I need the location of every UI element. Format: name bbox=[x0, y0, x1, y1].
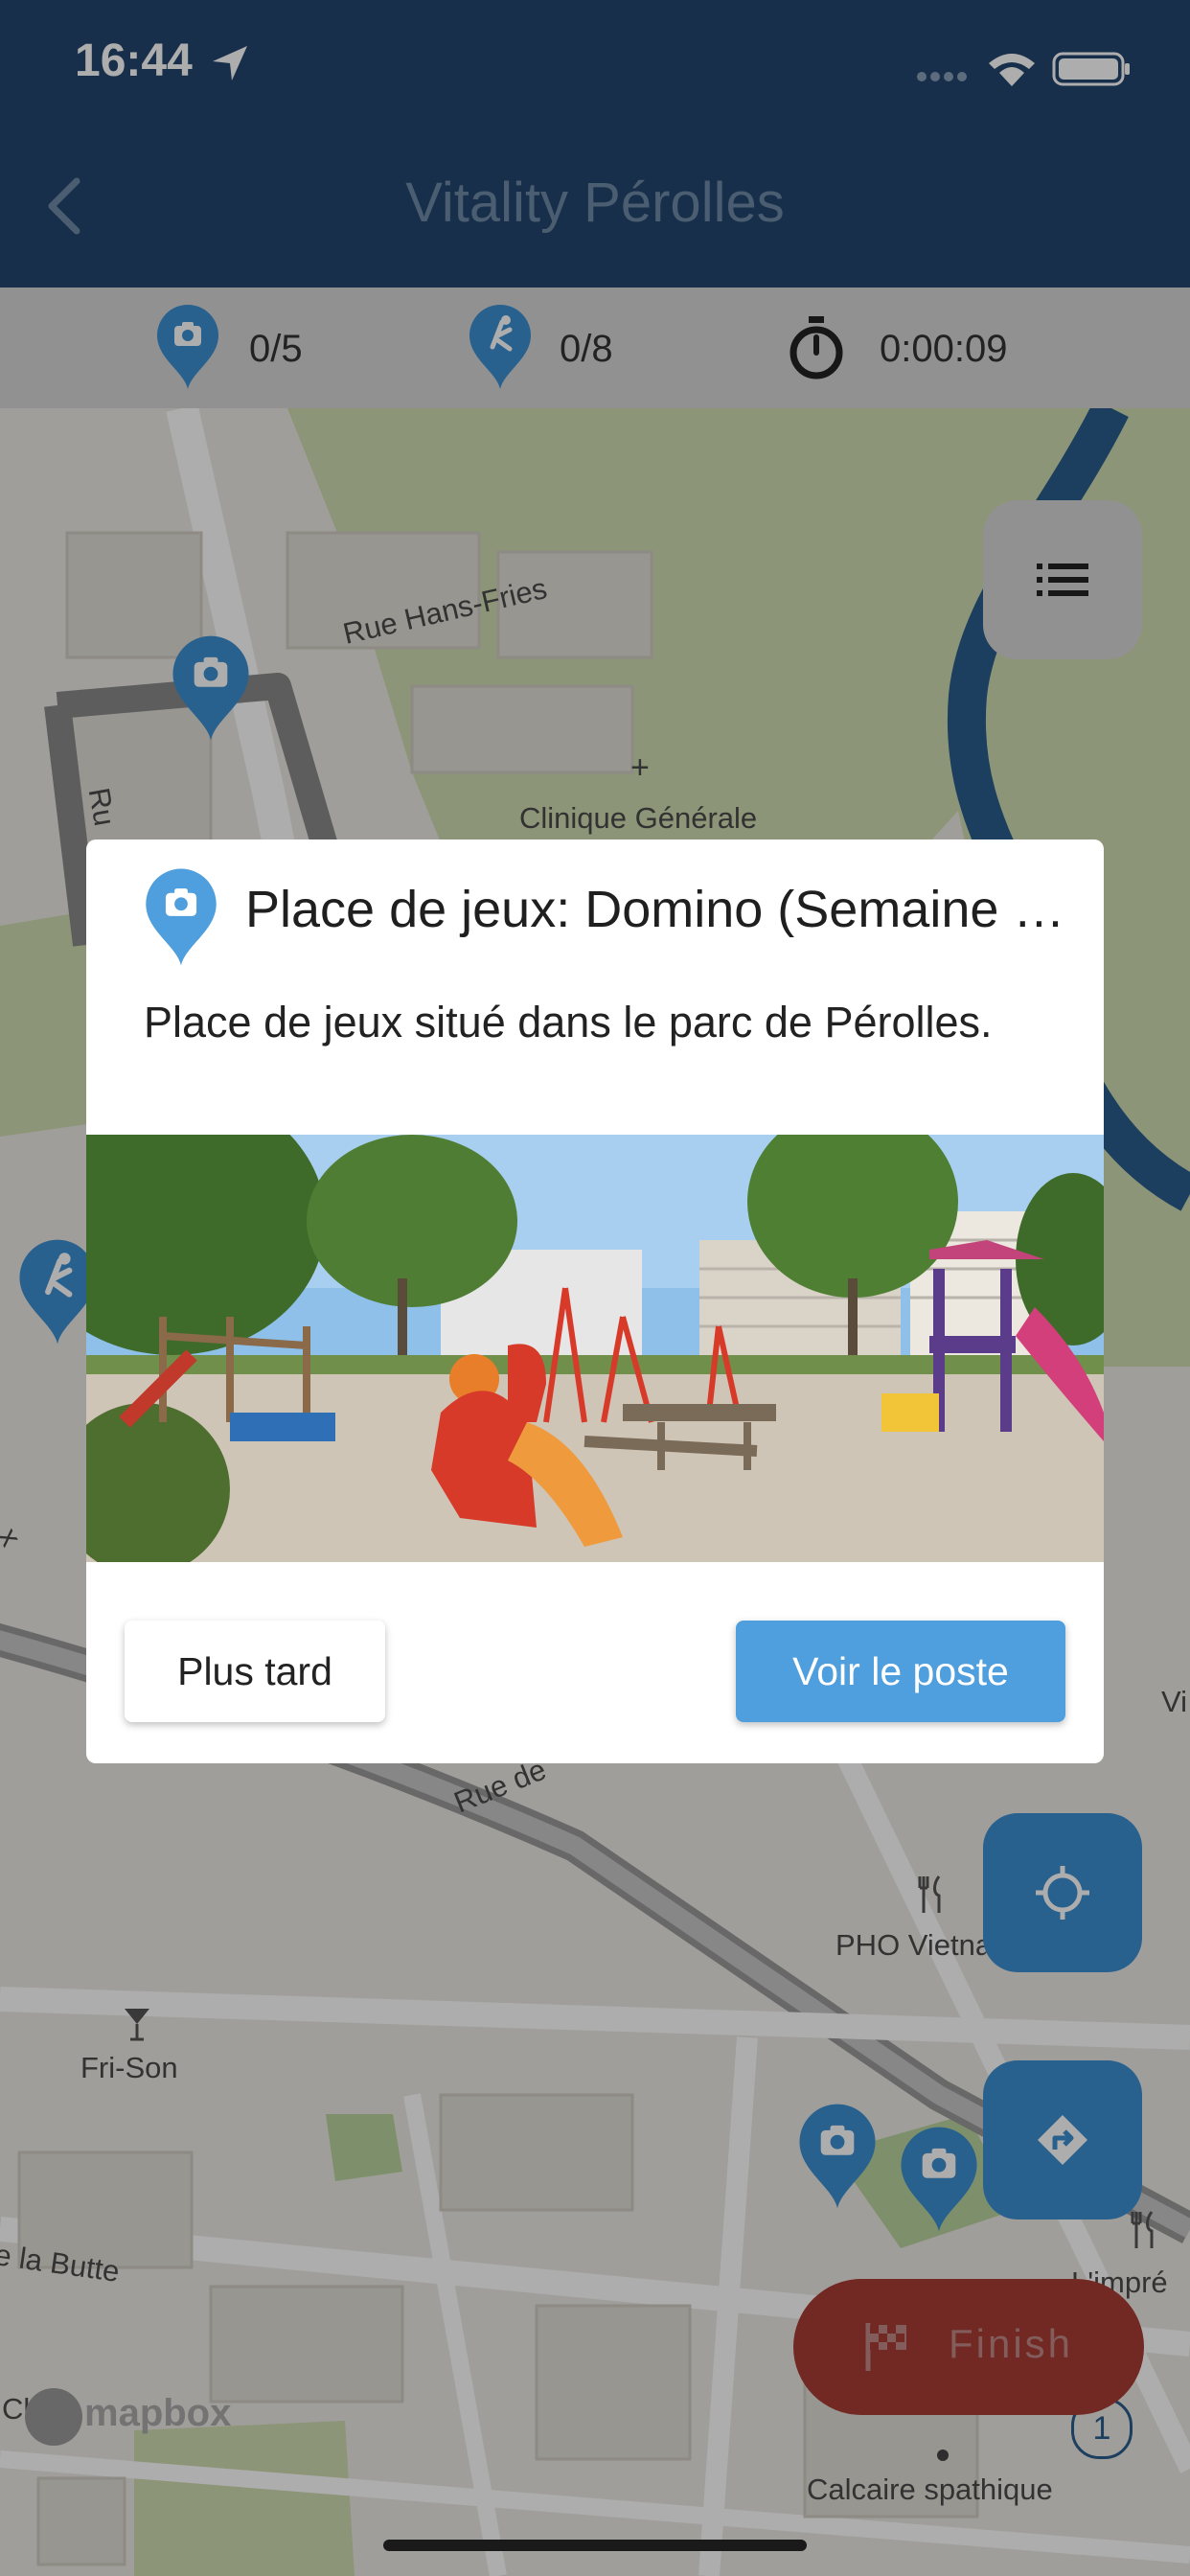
home-indicator[interactable] bbox=[383, 2540, 807, 2551]
dialog-description: Place de jeux situé dans le parc de Péro… bbox=[144, 998, 993, 1046]
photo-marker-icon bbox=[146, 868, 217, 966]
playground-photo bbox=[86, 1135, 1104, 1562]
station-dialog: Place de jeux: Domino (Semaine de la mob… bbox=[86, 840, 1104, 1763]
see-station-button[interactable]: Voir le poste bbox=[736, 1621, 1065, 1722]
later-button[interactable]: Plus tard bbox=[125, 1621, 385, 1722]
dialog-title: Place de jeux: Domino (Semaine de la mob… bbox=[245, 881, 1079, 938]
